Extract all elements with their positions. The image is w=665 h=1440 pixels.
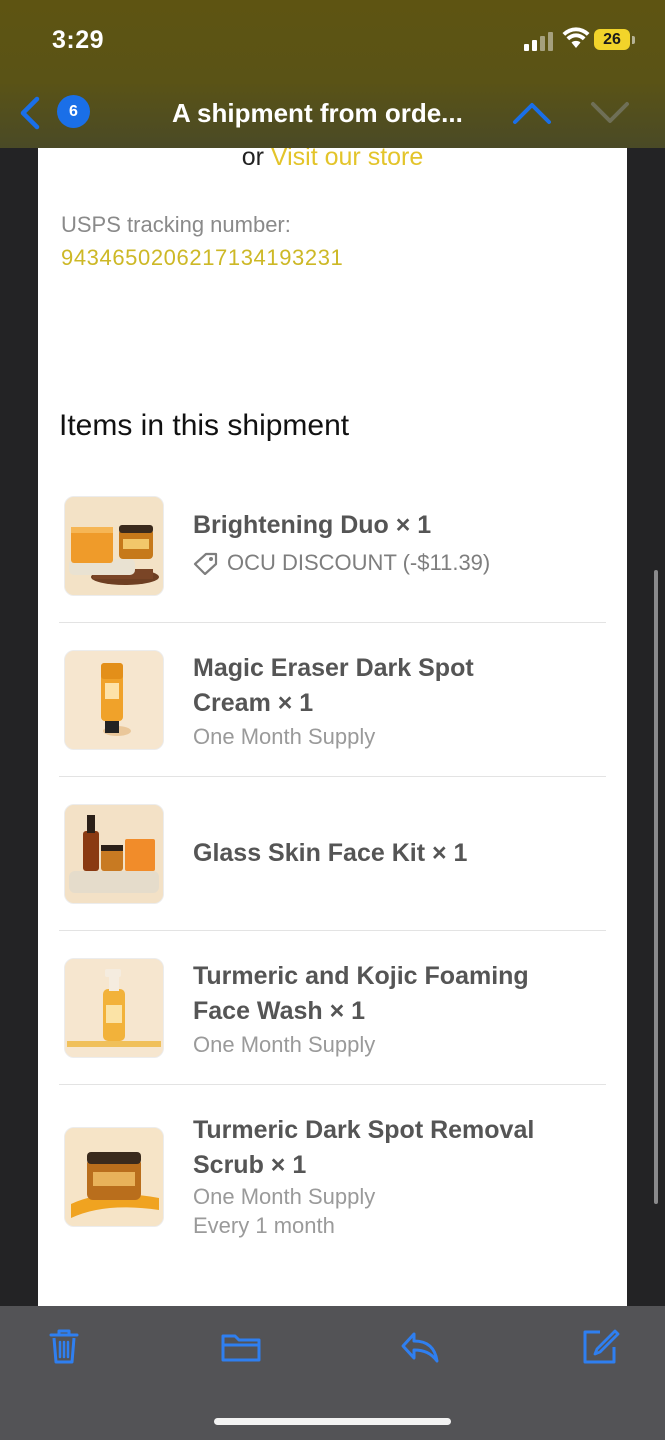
item-frequency: Every 1 month: [193, 1213, 335, 1238]
item-subtitle: One Month Supply: [193, 724, 376, 749]
cellular-signal-icon: [524, 32, 553, 51]
tracking-number-link[interactable]: 9434650206217134193231: [61, 245, 343, 271]
discount-tag-icon: [193, 552, 218, 575]
discount-row: OCU DISCOUNT (-$11.39): [193, 550, 490, 576]
item-title: Glass Skin Face Kit × 1: [193, 839, 468, 867]
item-title-line2: Face Wash × 1: [193, 997, 366, 1025]
compose-icon[interactable]: [580, 1326, 620, 1366]
page-title: A shipment from orde...: [172, 98, 463, 128]
reply-icon[interactable]: [400, 1326, 440, 1366]
trash-icon[interactable]: [44, 1326, 84, 1366]
unread-count-badge[interactable]: 6: [57, 95, 90, 128]
item-title: Magic Eraser Dark Spot: [193, 654, 474, 682]
items-heading: Items in this shipment: [59, 409, 350, 442]
home-indicator[interactable]: [214, 1418, 451, 1425]
item-subtitle: One Month Supply: [193, 1184, 376, 1209]
folder-icon[interactable]: [221, 1326, 261, 1366]
battery-level: 26: [594, 29, 630, 50]
back-chevron-icon[interactable]: [18, 96, 42, 130]
shipment-item: Turmeric Dark Spot Removal Scrub × 1 One…: [59, 1085, 606, 1275]
wifi-icon: [562, 27, 590, 48]
item-title-line2: Scrub × 1: [193, 1151, 307, 1179]
product-thumbnail: [64, 804, 164, 904]
scrollbar[interactable]: [654, 570, 658, 1204]
discount-label: OCU DISCOUNT (-$11.39): [227, 550, 491, 575]
item-title: Turmeric Dark Spot Removal: [193, 1116, 535, 1144]
store-prefix: or: [241, 148, 271, 171]
item-subtitle: One Month Supply: [193, 1032, 376, 1057]
store-line: or Visit our store: [38, 148, 627, 170]
clock: 3:29: [52, 26, 105, 54]
previous-message-chevron-up-icon[interactable]: [512, 100, 552, 126]
product-thumbnail: [64, 496, 164, 596]
tracking-label: USPS tracking number:: [61, 212, 291, 237]
product-thumbnail: [64, 958, 164, 1058]
shipment-item: Glass Skin Face Kit × 1: [59, 777, 606, 931]
product-thumbnail: [64, 1127, 164, 1227]
battery-icon: 26: [594, 28, 636, 52]
shipment-item: Brightening Duo × 1 OCU DISCOUNT (-$11.3…: [59, 478, 606, 623]
shipment-item: Magic Eraser Dark Spot Cream × 1 One Mon…: [59, 623, 606, 777]
item-title-line2: Cream × 1: [193, 689, 314, 717]
status-bar: 3:29 26: [0, 0, 665, 80]
email-body: or Visit our store USPS tracking number:…: [38, 148, 627, 1306]
product-thumbnail: [64, 650, 164, 750]
next-message-chevron-down-icon[interactable]: [590, 100, 630, 126]
item-title: Brightening Duo × 1: [193, 511, 432, 539]
visit-store-link[interactable]: Visit our store: [271, 148, 423, 171]
shipment-item: Turmeric and Kojic Foaming Face Wash × 1…: [59, 931, 606, 1085]
item-title: Turmeric and Kojic Foaming: [193, 962, 529, 990]
